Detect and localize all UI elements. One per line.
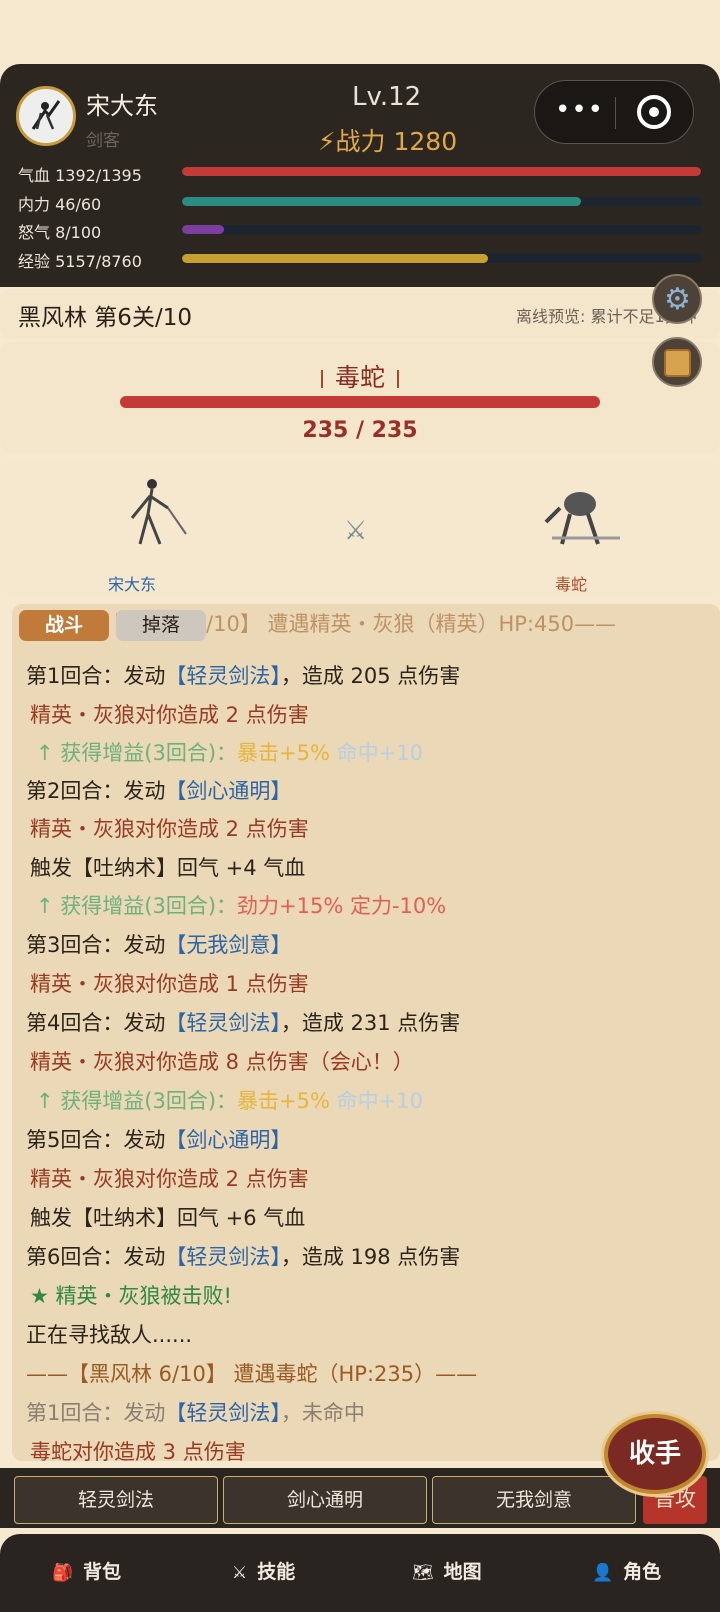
crossed-swords-icon: ⚔: [344, 516, 368, 546]
log-line: 第1回合：发动【轻灵剑法】，造成 205 点伤害: [26, 664, 461, 688]
hp-bar: [182, 167, 702, 176]
log-line: 毒蛇对你造成 3 点伤害: [30, 1440, 246, 1464]
stage-title: 黑风林 第6关/10: [18, 305, 192, 331]
nav-item-map[interactable]: 🗺 地图: [412, 1557, 482, 1584]
rage-label: 怒气 8/100: [18, 223, 102, 242]
log-line: 第1回合：发动【轻灵剑法】，未命中: [26, 1401, 365, 1425]
map-icon: 🗺: [412, 1563, 434, 1583]
log-line: 第4回合：发动【轻灵剑法】，造成 231 点伤害: [26, 1011, 461, 1035]
player-class: 剑客: [86, 131, 120, 151]
miniprogram-capsule: •••: [534, 80, 694, 144]
player-level: Lv.12: [352, 82, 422, 112]
stop-button[interactable]: 收手: [604, 1414, 706, 1494]
person-icon: 👤: [592, 1563, 614, 1583]
log-line: 第3回合：发动【无我剑意】: [26, 933, 292, 957]
log-line: ↑ 获得增益(3回合)：劲力+15% 定力-10%: [36, 894, 447, 918]
mp-label: 内力 46/60: [18, 195, 102, 214]
swordsman-icon: [20, 90, 72, 142]
mp-bar: [182, 197, 702, 206]
log-line: 触发【吐纳术】回气 +6 气血: [30, 1206, 306, 1230]
log-line: 正在寻找敌人......: [26, 1323, 193, 1347]
rage-bar: [182, 225, 702, 234]
nav-item-character[interactable]: 👤 角色: [592, 1557, 661, 1584]
log-line: 精英・灰狼对你造成 2 点伤害: [30, 1167, 309, 1191]
nav-item-bag[interactable]: 🎒 背包: [52, 1557, 121, 1584]
log-line: ★ 精英・灰狼被击败!: [30, 1284, 232, 1308]
log-line: ——【黑风林 6/10】 遭遇毒蛇（HP:235）——: [26, 1362, 478, 1386]
log-line: 精英・灰狼对你造成 2 点伤害: [30, 817, 309, 841]
exp-bar: [182, 254, 702, 263]
exp-bar-fill: [182, 254, 489, 263]
log-line: 第5回合：发动【剑心通明】: [26, 1128, 292, 1152]
log-line: 触发【吐纳术】回气 +4 气血: [30, 856, 306, 880]
bag-icon: 🎒: [52, 1563, 74, 1583]
log-line: 第6回合：发动【轻灵剑法】，造成 198 点伤害: [26, 1245, 461, 1269]
log-line: ↑ 获得增益(3回合)：暴击+5% 命中+10: [36, 741, 423, 765]
log-line: 精英・灰狼对你造成 8 点伤害（会心！）: [30, 1050, 414, 1074]
log-line: 精英・灰狼对你造成 1 点伤害: [30, 972, 309, 996]
combat-power: ⚡战力 1280: [318, 127, 458, 156]
player-name: 宋大东: [86, 92, 158, 120]
capsule-divider: [615, 97, 616, 129]
nav-item-skills[interactable]: ⚔ 技能: [232, 1557, 295, 1584]
mp-bar-fill: [182, 197, 581, 206]
rage-bar-fill: [182, 225, 224, 234]
swords-icon: ⚔: [232, 1563, 248, 1583]
player-avatar[interactable]: [16, 86, 76, 146]
skill-button-3[interactable]: 无我剑意: [432, 1476, 636, 1524]
close-miniprogram-icon[interactable]: [637, 95, 671, 129]
skill-button-1[interactable]: 轻灵剑法: [14, 1476, 218, 1524]
player-figure-icon: [130, 479, 187, 545]
arena-player-name: 宋大东: [107, 575, 156, 594]
tab-drop[interactable]: 掉落: [116, 610, 206, 641]
log-line: 精英・灰狼对你造成 2 点伤害: [30, 703, 309, 727]
log-line: 第2回合：发动【剑心通明】: [26, 779, 292, 803]
arena-enemy-name: 毒蛇: [554, 575, 587, 594]
enemy-figure-icon: [544, 492, 620, 545]
enemy-hp-bar: [120, 396, 600, 408]
exp-label: 经验 5157/8760: [18, 252, 142, 271]
log-line: ↑ 获得增益(3回合)：暴击+5% 命中+10: [36, 1089, 423, 1113]
tab-fight[interactable]: 战斗: [19, 610, 109, 641]
settings-button[interactable]: ⚙: [652, 274, 702, 324]
stage-bar: 黑风林 第6关/10 离线预览: 累计不足1分钟: [0, 289, 720, 339]
skill-button-2[interactable]: 剑心通明: [223, 1476, 427, 1524]
gear-icon: ⚙: [664, 282, 691, 317]
enemy-hp-text: 235 / 235: [302, 418, 418, 443]
enemy-name: 毒蛇: [0, 358, 720, 394]
hp-label: 气血 1392/1395: [18, 166, 142, 185]
hp-bar-fill: [182, 167, 701, 176]
more-icon[interactable]: •••: [555, 95, 604, 125]
